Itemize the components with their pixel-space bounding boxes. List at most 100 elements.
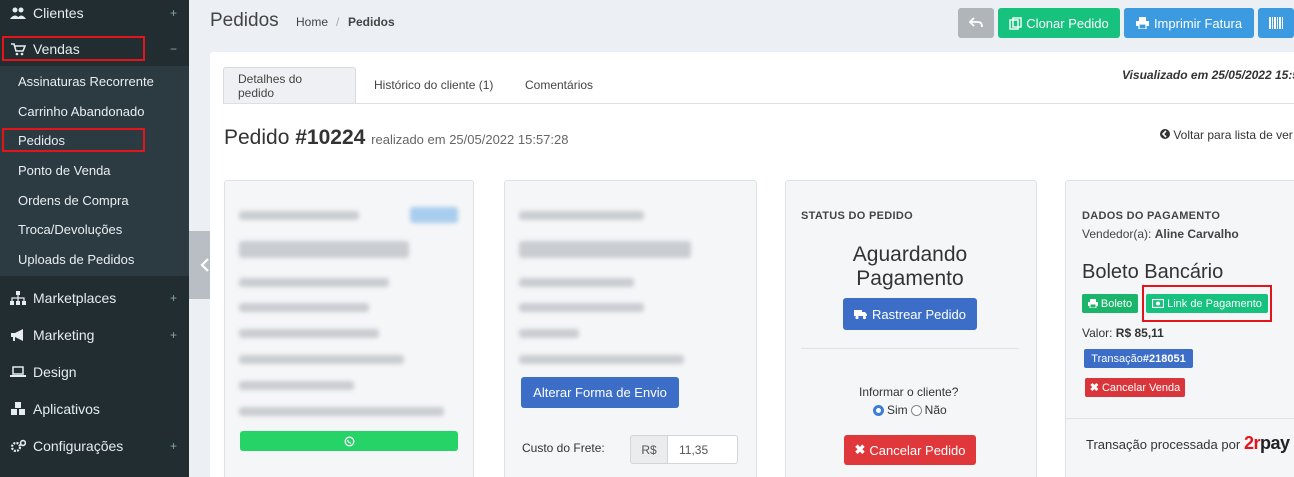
freight-input[interactable]: 11,35 [667,435,738,464]
track-order-label: Rastrear Pedido [872,306,966,322]
truck-icon [854,309,868,319]
blurred-text [239,381,354,390]
sidebar-item-design[interactable]: Design [0,353,189,390]
radio-no-label: Não [924,403,947,417]
submenu-item-ordens-de-compra[interactable]: Ordens de Compra [18,193,129,208]
back-to-list-label: Voltar para lista de ver [1173,128,1293,142]
expand-icon: + [169,327,177,342]
currency-prefix: R$ [630,435,668,464]
transaction-label: Transação [1091,352,1143,365]
close-icon: ✖ [1089,382,1099,394]
blurred-text [239,303,369,312]
reply-icon [969,17,983,28]
sidebar: Clientes + Vendas − Assinaturas Recorren… [0,0,189,477]
sidebar-item-marketing[interactable]: Marketing + [0,316,189,353]
highlight-box [2,36,145,61]
back-button[interactable] [958,8,994,38]
vendas-submenu: Assinaturas Recorrente Carrinho Abandona… [0,66,189,276]
status-value: Aguardando Pagamento [800,243,1020,291]
print-icon [1135,17,1149,29]
value-label: Valor: [1082,326,1116,340]
2rpay-logo: 2rpay [1244,433,1290,454]
shipping-card [504,180,757,477]
track-order-button[interactable]: Rastrear Pedido [843,298,977,330]
back-to-list-link[interactable]: Voltar para lista de ver [1160,128,1293,142]
tab-detalhes[interactable]: Detalhes do pedido [223,67,356,103]
order-value: Valor: R$ 85,11 [1082,326,1164,340]
submenu-item-troca-devolucoes[interactable]: Troca/Devoluções [18,222,122,237]
breadcrumb-home[interactable]: Home [296,15,328,29]
submenu-item-ponto-de-venda[interactable]: Ponto de Venda [18,163,111,178]
blurred-badge [410,207,458,223]
clone-order-label: Clonar Pedido [1026,15,1109,31]
arrow-circle-left-icon [1160,129,1170,139]
expand-icon: + [169,290,177,305]
tab-historico[interactable]: Histórico do cliente (1) [360,67,507,103]
blurred-text [519,303,644,312]
freight-label: Custo do Frete: [522,441,605,455]
print-icon [1087,299,1098,308]
print-invoice-label: Imprimir Fatura [1153,15,1243,31]
radio-no[interactable] [910,404,922,416]
status-line-1: Aguardando [852,243,968,266]
boleto-label: Boleto [1100,297,1133,310]
boleto-button[interactable]: Boleto [1082,294,1138,313]
order-title: Pedido #10224 realizado em 25/05/2022 15… [224,126,568,150]
whatsapp-button[interactable] [240,431,458,451]
transaction-badge[interactable]: Transação #218051 [1084,349,1193,368]
sidebar-item-marketplaces[interactable]: Marketplaces + [0,279,189,316]
expand-icon: + [169,5,177,20]
divider [801,348,1019,349]
submenu-item-uploads[interactable]: Uploads de Pedidos [18,252,134,267]
sidebar-item-aplicativos[interactable]: Aplicativos [0,390,189,427]
copy-icon [1009,16,1022,30]
clone-order-button[interactable]: Clonar Pedido [998,8,1120,38]
submenu-item-carrinho[interactable]: Carrinho Abandonado [18,104,145,119]
blurred-text [239,355,404,364]
value-amount: R$ 85,11 [1115,326,1164,340]
sidebar-item-label: Marketplaces [33,289,117,306]
blurred-text [239,407,444,416]
change-shipping-button[interactable]: Alterar Forma de Envio [521,377,679,408]
sidebar-item-configuracoes[interactable]: Configurações + [0,427,189,464]
highlight-box [2,128,145,152]
whatsapp-icon [344,436,354,446]
vendor-info: Vendedor(a): Aline Carvalho [1082,227,1239,241]
divider [1066,418,1294,419]
payment-heading: DADOS DO PAGAMENTO [1082,210,1221,222]
barcode-button[interactable] [1258,8,1294,38]
cancel-sale-button[interactable]: ✖ Cancelar Venda [1085,378,1185,397]
order-date: realizado em 25/05/2022 15:57:28 [371,132,569,147]
viewed-timestamp: Visualizado em 25/05/2022 15:5 [1122,68,1294,82]
sidebar-item-label: Design [33,363,77,380]
collapse-icon: − [169,41,177,56]
close-icon: ✖ [854,442,866,457]
expand-icon: + [169,438,177,453]
order-number: #10224 [295,126,366,149]
submenu-item-assinaturas[interactable]: Assinaturas Recorrente [18,74,154,89]
radio-yes[interactable] [873,404,884,416]
blurred-text [519,355,684,364]
sidebar-item-label: Marketing [33,326,95,343]
tab-divider [223,103,1294,104]
radio-yes-label: Sim [887,403,908,417]
laptop-icon [10,365,26,377]
status-heading: STATUS DO PEDIDO [801,210,913,222]
cogs-icon [10,439,26,452]
cancel-order-button[interactable]: ✖ Cancelar Pedido [844,435,976,465]
page-title: Pedidos [210,10,279,31]
tab-comentarios[interactable]: Comentários [511,67,607,103]
logo-suffix: pay [1260,433,1290,453]
cancel-sale-label: Cancelar Venda [1101,381,1181,394]
breadcrumb-current: Pedidos [348,15,395,29]
barcode-icon [1269,17,1283,29]
payment-method: Boleto Bancário [1082,261,1224,283]
sidebar-item-label: Aplicativos [33,400,100,417]
inform-customer-radios: Sim Não [873,403,947,417]
sidebar-item-label: Configurações [33,437,124,454]
blurred-text [519,329,579,338]
vendor-label: Vendedor(a): [1082,227,1155,241]
sidebar-item-clientes[interactable]: Clientes + [0,0,189,31]
print-invoice-button[interactable]: Imprimir Fatura [1124,8,1254,38]
transaction-id: #218051 [1142,352,1186,365]
